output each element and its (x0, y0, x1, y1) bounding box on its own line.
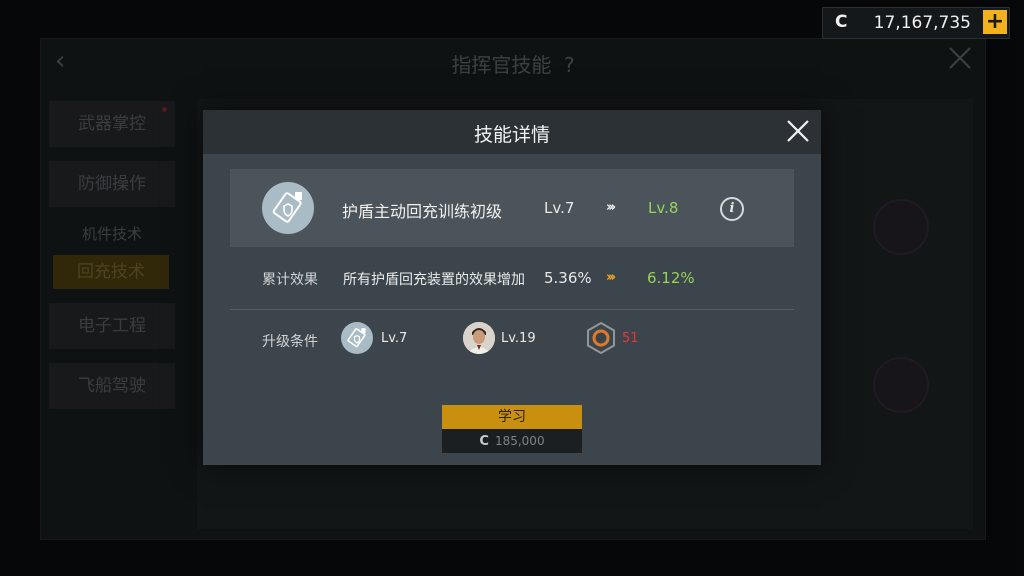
commander-avatar (463, 322, 495, 354)
effect-next-value: 6.12% (647, 269, 695, 287)
learn-button[interactable]: 学习 C 185,000 (442, 405, 582, 453)
dialog-header: 技能详情 (203, 110, 821, 154)
effect-label: 累计效果 (262, 272, 318, 288)
learn-cost: C 185,000 (442, 429, 582, 453)
info-icon[interactable]: i (720, 197, 744, 221)
required-commander-level: Lv.19 (501, 331, 536, 346)
shield-recharge-icon (341, 322, 373, 354)
shield-recharge-icon (262, 182, 314, 234)
close-icon[interactable] (785, 118, 811, 144)
arrow-right-icon: ››› (606, 270, 616, 285)
divider (230, 309, 794, 310)
required-resource-amount: 51 (622, 331, 639, 346)
credits-amount: 17,167,735 (873, 13, 971, 33)
learn-button-label: 学习 (442, 405, 582, 429)
skill-name: 护盾主动回充训练初级 (342, 202, 503, 221)
skill-details-dialog: 技能详情 护盾主动回充训练初级 Lv.7 ››› Lv.8 i 累计效果 所有护… (203, 110, 821, 465)
learn-cost-amount: 185,000 (494, 434, 545, 448)
next-level: Lv.8 (648, 199, 679, 217)
credits-icon: C (835, 12, 848, 32)
credits-icon: C (479, 434, 489, 449)
effect-description: 所有护盾回充装置的效果增加 (343, 272, 525, 288)
dialog-title: 技能详情 (473, 124, 550, 146)
required-skill-level: Lv.7 (381, 331, 408, 346)
add-credits-button[interactable]: + (983, 10, 1007, 34)
resource-core-icon (587, 321, 615, 355)
effect-current-value: 5.36% (544, 269, 592, 287)
currency-bar: C 17,167,735 + (822, 7, 1010, 39)
current-level: Lv.7 (544, 199, 575, 217)
requirements-label: 升级条件 (262, 334, 318, 350)
skill-summary-row: 护盾主动回充训练初级 Lv.7 ››› Lv.8 i (230, 169, 794, 247)
arrow-right-icon: ››› (606, 200, 616, 215)
